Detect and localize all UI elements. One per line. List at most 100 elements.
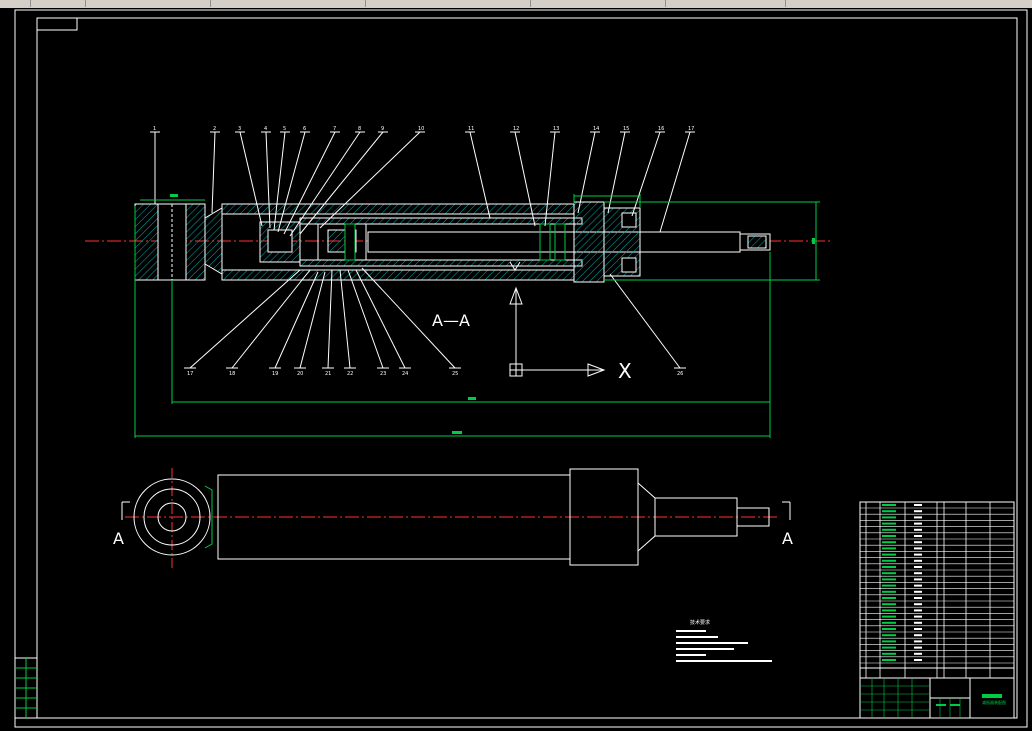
parts-code-mark <box>882 504 896 506</box>
parts-name-mark <box>914 628 922 630</box>
view-label-left: A <box>113 529 124 548</box>
toolbar-segment[interactable] <box>85 0 211 7</box>
balloon-number: 6 <box>303 126 306 132</box>
toolbar-segment[interactable] <box>665 0 786 7</box>
parts-code-mark <box>882 634 896 637</box>
title-block-name: 减振器装配图 <box>982 699 1006 705</box>
parts-code-mark <box>882 541 896 544</box>
balloon-number: 13 <box>553 126 559 132</box>
section-view-aa: 1 2 3 4 5 6 7 8 9 10 11 12 13 14 15 16 17 17 18 19 20 21 22 23… <box>85 126 830 438</box>
balloons-top: 1 2 3 4 5 6 7 8 9 10 11 12 13 14 15 16 17 <box>150 126 695 133</box>
balloon-number: 25 <box>452 371 458 377</box>
toolbar-segment[interactable] <box>0 0 31 7</box>
view-label-right: A <box>782 529 793 548</box>
title-block: 减振器装配图 <box>859 677 1015 719</box>
parts-code-mark <box>882 659 896 661</box>
parts-name-mark <box>914 553 922 556</box>
balloon-number: 9 <box>381 126 384 132</box>
title-block-name-mark <box>982 694 1002 698</box>
parts-name-mark <box>914 522 922 525</box>
parts-code-mark <box>882 584 896 587</box>
balloon-number: 20 <box>297 371 303 377</box>
balloon-number: 24 <box>402 371 408 377</box>
parts-code-mark <box>882 547 896 550</box>
outer-cylinder-top-wall <box>221 203 575 215</box>
piston-rod <box>367 231 741 253</box>
parts-code-mark <box>882 652 896 655</box>
outer-cylinder-bottom-wall <box>221 269 575 281</box>
parts-name-mark <box>914 646 922 649</box>
parts-name-mark <box>914 590 922 593</box>
toolbar-segment[interactable] <box>530 0 666 7</box>
parts-code-mark <box>882 522 896 525</box>
balloon-number: 5 <box>283 126 286 132</box>
parts-name-mark <box>914 609 922 612</box>
parts-name-mark <box>914 603 922 606</box>
toolbar-segment[interactable] <box>30 0 86 7</box>
parts-name-mark <box>914 504 922 506</box>
tech-requirements-title: 技术要求 <box>690 619 710 626</box>
left-margin-strip <box>14 657 38 719</box>
inner-cylinder-bottom-wall <box>299 259 583 267</box>
balloon-number: 18 <box>229 371 235 377</box>
elevation-view: A A <box>113 468 793 568</box>
balloon-number: 11 <box>468 126 474 132</box>
dimension-lines <box>134 194 820 438</box>
parts-name-mark <box>914 615 922 618</box>
parts-name-mark <box>914 566 922 568</box>
balloons-bottom: 17 18 19 20 21 22 23 24 25 26 <box>184 367 686 377</box>
parts-name-mark <box>914 547 922 550</box>
parts-code-mark <box>882 628 896 630</box>
rod-guide <box>573 201 605 283</box>
axis-x-label: X <box>618 359 632 383</box>
balloon-number: 3 <box>238 126 241 132</box>
parts-name-mark <box>914 640 922 643</box>
balloon-number: 1 <box>153 126 156 132</box>
parts-code-mark <box>882 559 896 562</box>
inner-cylinder-top-wall <box>299 217 583 225</box>
parts-code-mark <box>882 609 896 612</box>
parts-name-mark <box>914 652 922 655</box>
toolbar-segment[interactable] <box>210 0 366 7</box>
balloon-number: 19 <box>272 371 278 377</box>
parts-code-mark <box>882 615 896 618</box>
balloon-number: 12 <box>513 126 519 132</box>
balloon-number: 8 <box>358 126 361 132</box>
drawing-canvas[interactable]: 1 2 3 4 5 6 7 8 9 10 11 12 13 14 15 16 17 17 18 19 20 21 22 23… <box>0 8 1032 731</box>
parts-name-mark <box>914 516 922 519</box>
parts-name-mark <box>914 528 922 531</box>
cad-drawing: 1 2 3 4 5 6 7 8 9 10 11 12 13 14 15 16 17 17 18 19 20 21 22 23… <box>14 9 1028 728</box>
technical-requirements: 技术要求 <box>676 619 772 662</box>
parts-code-mark <box>882 603 896 606</box>
parts-name-mark <box>914 659 922 661</box>
parts-name-mark <box>914 572 922 575</box>
parts-code-mark <box>882 510 896 513</box>
ucs-axis-icon <box>509 286 606 377</box>
parts-code-mark <box>882 640 896 643</box>
balloon-number: 23 <box>380 371 386 377</box>
parts-code-mark <box>882 516 896 519</box>
parts-code-mark <box>882 590 896 593</box>
drawing-number-box <box>36 17 78 31</box>
balloon-number: 21 <box>325 371 331 377</box>
parts-code-mark <box>882 572 896 575</box>
parts-name-mark <box>914 510 922 513</box>
balloon-number: 22 <box>347 371 353 377</box>
balloon-number: 2 <box>213 126 216 132</box>
toolbar-segment[interactable] <box>365 0 531 7</box>
balloon-number: 17 <box>187 371 193 377</box>
balloon-number: 17 <box>688 126 694 132</box>
balloon-number: 16 <box>658 126 664 132</box>
parts-code-mark <box>882 578 896 581</box>
parts-list-table <box>859 501 1015 679</box>
parts-code-mark <box>882 566 896 568</box>
parts-name-mark <box>914 535 922 537</box>
section-label: A—A <box>432 311 470 330</box>
balloon-number: 4 <box>264 126 267 132</box>
parts-name-mark <box>914 584 922 587</box>
parts-code-mark <box>882 621 896 624</box>
parts-code-mark <box>882 553 896 556</box>
parts-name-mark <box>914 597 922 599</box>
parts-code-mark <box>882 597 896 599</box>
parts-name-mark <box>914 541 922 544</box>
